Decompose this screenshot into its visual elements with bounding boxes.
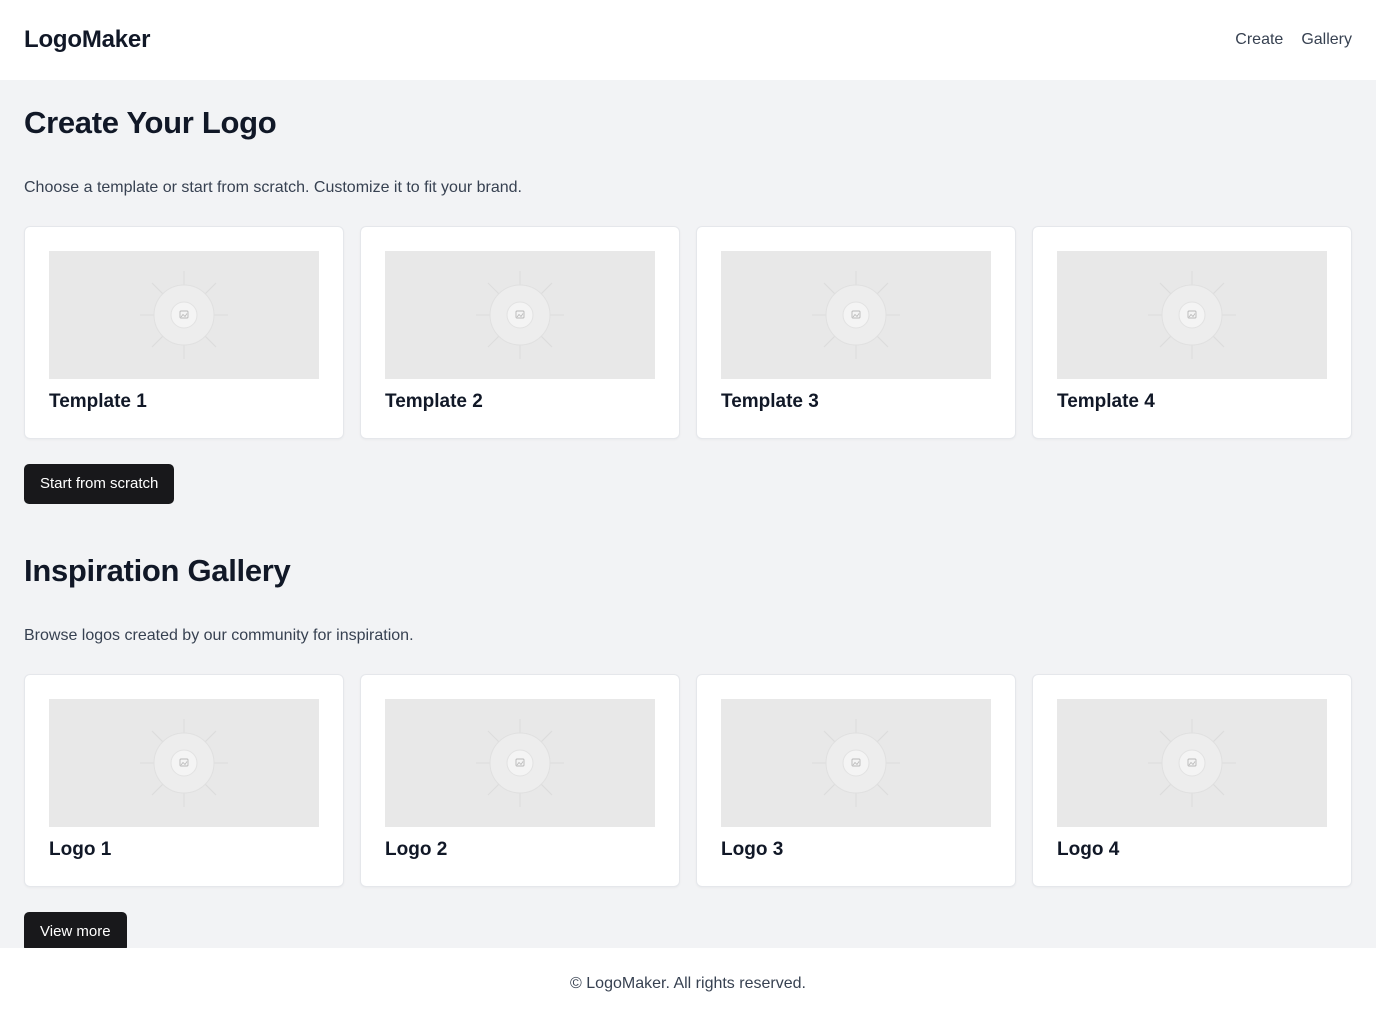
- logo-card[interactable]: Logo 4: [1032, 674, 1352, 887]
- logo-card[interactable]: Logo 2: [360, 674, 680, 887]
- logo-card[interactable]: Logo 1: [24, 674, 344, 887]
- template-card-title: Template 2: [385, 391, 483, 412]
- gallery-section: Inspiration Gallery Browse logos created…: [24, 504, 1352, 952]
- create-title: Create Your Logo: [24, 105, 277, 140]
- main-nav: Create Gallery: [1235, 31, 1352, 49]
- footer-copyright: © LogoMaker. All rights reserved.: [570, 975, 806, 992]
- brand-logo-text[interactable]: LogoMaker: [24, 26, 150, 54]
- logo-card-title: Logo 1: [49, 839, 112, 860]
- template-thumbnail: [1057, 251, 1327, 379]
- logo-thumbnail: [721, 699, 991, 827]
- gallery-title: Inspiration Gallery: [24, 553, 291, 588]
- template-card-title: Template 1: [49, 391, 147, 412]
- template-card[interactable]: Template 4: [1032, 226, 1352, 439]
- logo-card-title: Logo 2: [385, 839, 448, 860]
- logo-card-title: Logo 3: [721, 839, 784, 860]
- logo-thumbnail: [1057, 699, 1327, 827]
- template-grid: Template 1 Template 2 Template 3 Templat…: [24, 226, 1352, 439]
- template-thumbnail: [385, 251, 655, 379]
- template-thumbnail: [721, 251, 991, 379]
- template-thumbnail: [49, 251, 319, 379]
- nav-link-gallery[interactable]: Gallery: [1301, 31, 1352, 49]
- template-card[interactable]: Template 1: [24, 226, 344, 439]
- logo-card-title: Logo 4: [1057, 839, 1120, 860]
- top-header: LogoMaker Create Gallery: [0, 0, 1376, 80]
- template-card-title: Template 3: [721, 391, 819, 412]
- gallery-description: Browse logos created by our community fo…: [24, 627, 414, 644]
- start-from-scratch-button[interactable]: Start from scratch: [24, 464, 175, 504]
- nav-link-create[interactable]: Create: [1235, 31, 1283, 49]
- template-card-title: Template 4: [1057, 391, 1155, 412]
- view-more-button[interactable]: View more: [24, 912, 127, 952]
- template-card[interactable]: Template 3: [696, 226, 1016, 439]
- page-footer: © LogoMaker. All rights reserved.: [0, 948, 1376, 1020]
- template-card[interactable]: Template 2: [360, 226, 680, 439]
- logo-thumbnail: [49, 699, 319, 827]
- logo-thumbnail: [385, 699, 655, 827]
- gallery-grid: Logo 1 Logo 2 Logo 3 Logo 4: [24, 674, 1352, 887]
- create-description: Choose a template or start from scratch.…: [24, 179, 522, 196]
- create-section: Create Your Logo Choose a template or st…: [24, 80, 1352, 504]
- logo-card[interactable]: Logo 3: [696, 674, 1016, 887]
- main-content: Create Your Logo Choose a template or st…: [0, 80, 1376, 952]
